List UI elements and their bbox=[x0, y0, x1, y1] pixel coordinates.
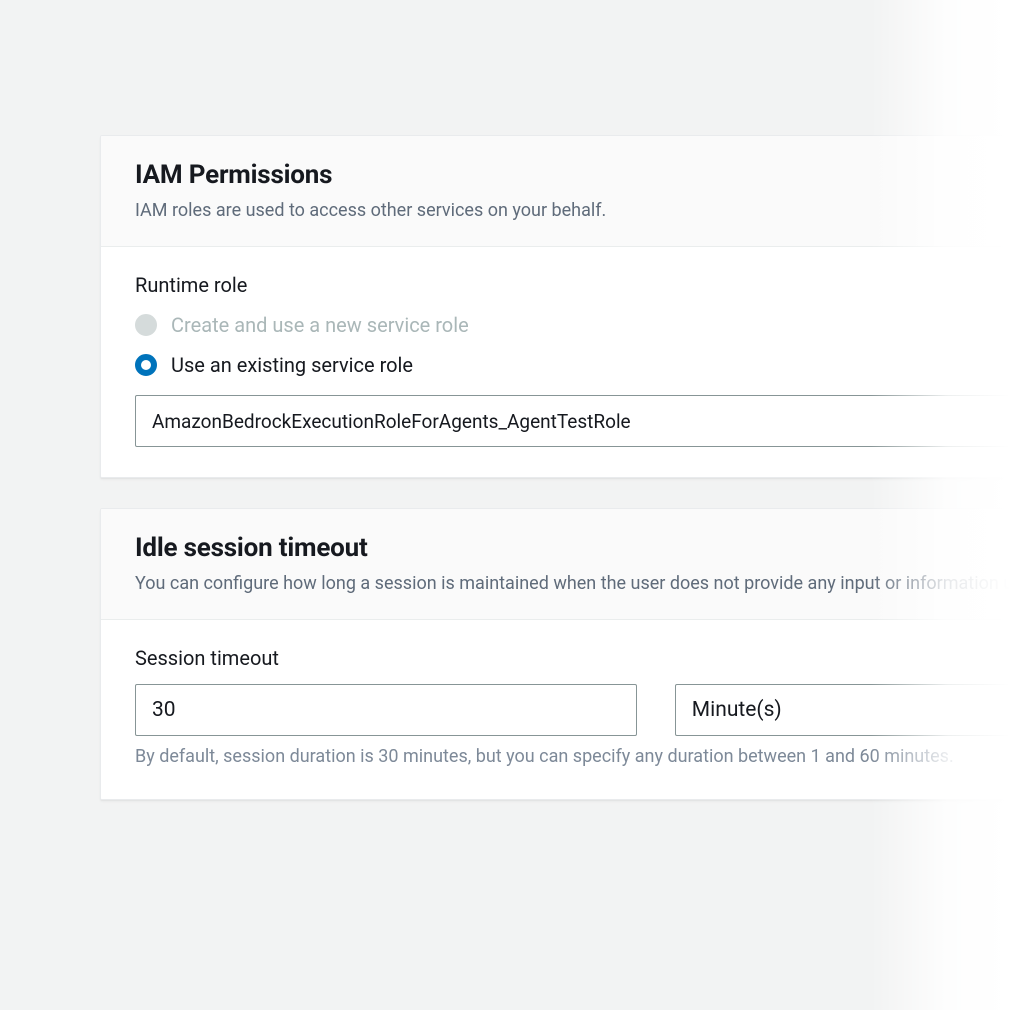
idle-timeout-title: Idle session timeout bbox=[135, 533, 1010, 563]
radio-icon bbox=[135, 354, 157, 376]
panel-header: IAM Permissions IAM roles are used to ac… bbox=[101, 136, 1010, 247]
session-timeout-help: By default, session duration is 30 minut… bbox=[135, 744, 1010, 769]
idle-session-timeout-panel: Idle session timeout You can configure h… bbox=[100, 508, 1010, 800]
session-timeout-value: 30 bbox=[152, 698, 176, 722]
radio-create-label: Create and use a new service role bbox=[171, 311, 469, 339]
radio-icon bbox=[135, 314, 157, 336]
session-timeout-input[interactable]: 30 bbox=[135, 684, 637, 736]
session-timeout-units: Minute(s) bbox=[692, 698, 782, 722]
panel-body: Session timeout 30 Minute(s) By default,… bbox=[101, 620, 1010, 799]
runtime-role-label: Runtime role bbox=[135, 273, 1010, 297]
panel-body: Runtime role Create and use a new servic… bbox=[101, 247, 1010, 477]
radio-use-existing-role[interactable]: Use an existing service role bbox=[135, 351, 1010, 379]
idle-timeout-subtitle: You can configure how long a session is … bbox=[135, 571, 1010, 597]
iam-permissions-title: IAM Permissions bbox=[135, 160, 1010, 190]
iam-permissions-panel: IAM Permissions IAM roles are used to ac… bbox=[100, 135, 1010, 478]
session-timeout-label: Session timeout bbox=[135, 646, 1010, 670]
existing-role-select[interactable]: AmazonBedrockExecutionRoleForAgents_Agen… bbox=[135, 395, 1010, 447]
iam-permissions-subtitle: IAM roles are used to access other servi… bbox=[135, 198, 1010, 224]
panel-header: Idle session timeout You can configure h… bbox=[101, 509, 1010, 620]
session-timeout-units-select[interactable]: Minute(s) bbox=[675, 684, 1010, 736]
existing-role-value: AmazonBedrockExecutionRoleForAgents_Agen… bbox=[152, 410, 631, 433]
radio-create-new-role[interactable]: Create and use a new service role bbox=[135, 311, 1010, 339]
radio-existing-label: Use an existing service role bbox=[171, 351, 413, 379]
